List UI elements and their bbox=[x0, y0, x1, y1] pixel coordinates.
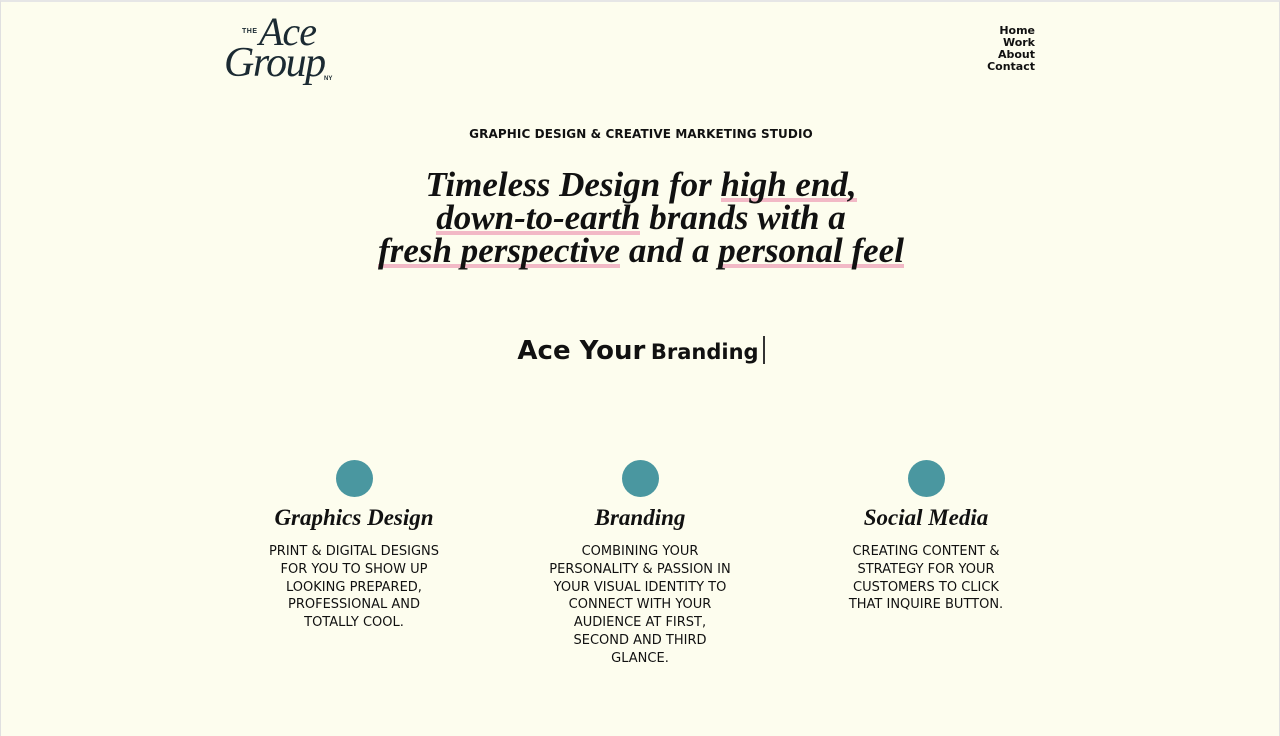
studio-tagline: GRAPHIC DESIGN & CREATIVE MARKETING STUD… bbox=[469, 127, 813, 141]
typed-prefix: Ace Your bbox=[517, 336, 646, 366]
service-description: PRINT & DIGITAL DESIGNS FOR YOU TO SHOW … bbox=[268, 544, 440, 631]
service-title: Graphics Design bbox=[274, 505, 434, 530]
site-logo[interactable]: THE Ace Group NY bbox=[223, 12, 343, 88]
typed-word: Branding bbox=[650, 340, 759, 364]
service-card-branding: Branding COMBINING YOUR PERSONALITY & PA… bbox=[540, 460, 740, 668]
headline-highlight: personal feel bbox=[718, 231, 904, 270]
logo-the-text: THE bbox=[242, 28, 258, 35]
service-card-social-media: Social Media CREATING CONTENT & STRATEGY… bbox=[826, 460, 1026, 614]
service-description: COMBINING YOUR PERSONALITY & PASSION IN … bbox=[549, 544, 731, 666]
service-dot-icon bbox=[335, 460, 373, 497]
headline-highlight: fresh perspective bbox=[378, 231, 621, 270]
logo-ny-text: NY bbox=[324, 76, 333, 82]
service-card-graphics-design: Graphics Design PRINT & DIGITAL DESIGNS … bbox=[254, 460, 454, 632]
service-title: Social Media bbox=[863, 505, 989, 530]
nav-link-contact[interactable]: Contact bbox=[987, 61, 1035, 73]
service-dot-icon bbox=[621, 460, 659, 497]
main-nav: Home Work About Contact bbox=[987, 25, 1035, 73]
typing-cursor bbox=[762, 336, 765, 364]
headline-text: and a bbox=[620, 231, 719, 270]
service-title: Branding bbox=[594, 505, 686, 530]
service-description: CREATING CONTENT & STRATEGY FOR YOUR CUS… bbox=[848, 544, 1004, 613]
service-dot-icon bbox=[907, 460, 945, 497]
typed-heading: Ace Your Branding bbox=[1, 336, 1280, 366]
logo-group-text: Group bbox=[224, 40, 326, 86]
hero-headline: Timeless Design for high end, down-to-ea… bbox=[1, 165, 1280, 270]
